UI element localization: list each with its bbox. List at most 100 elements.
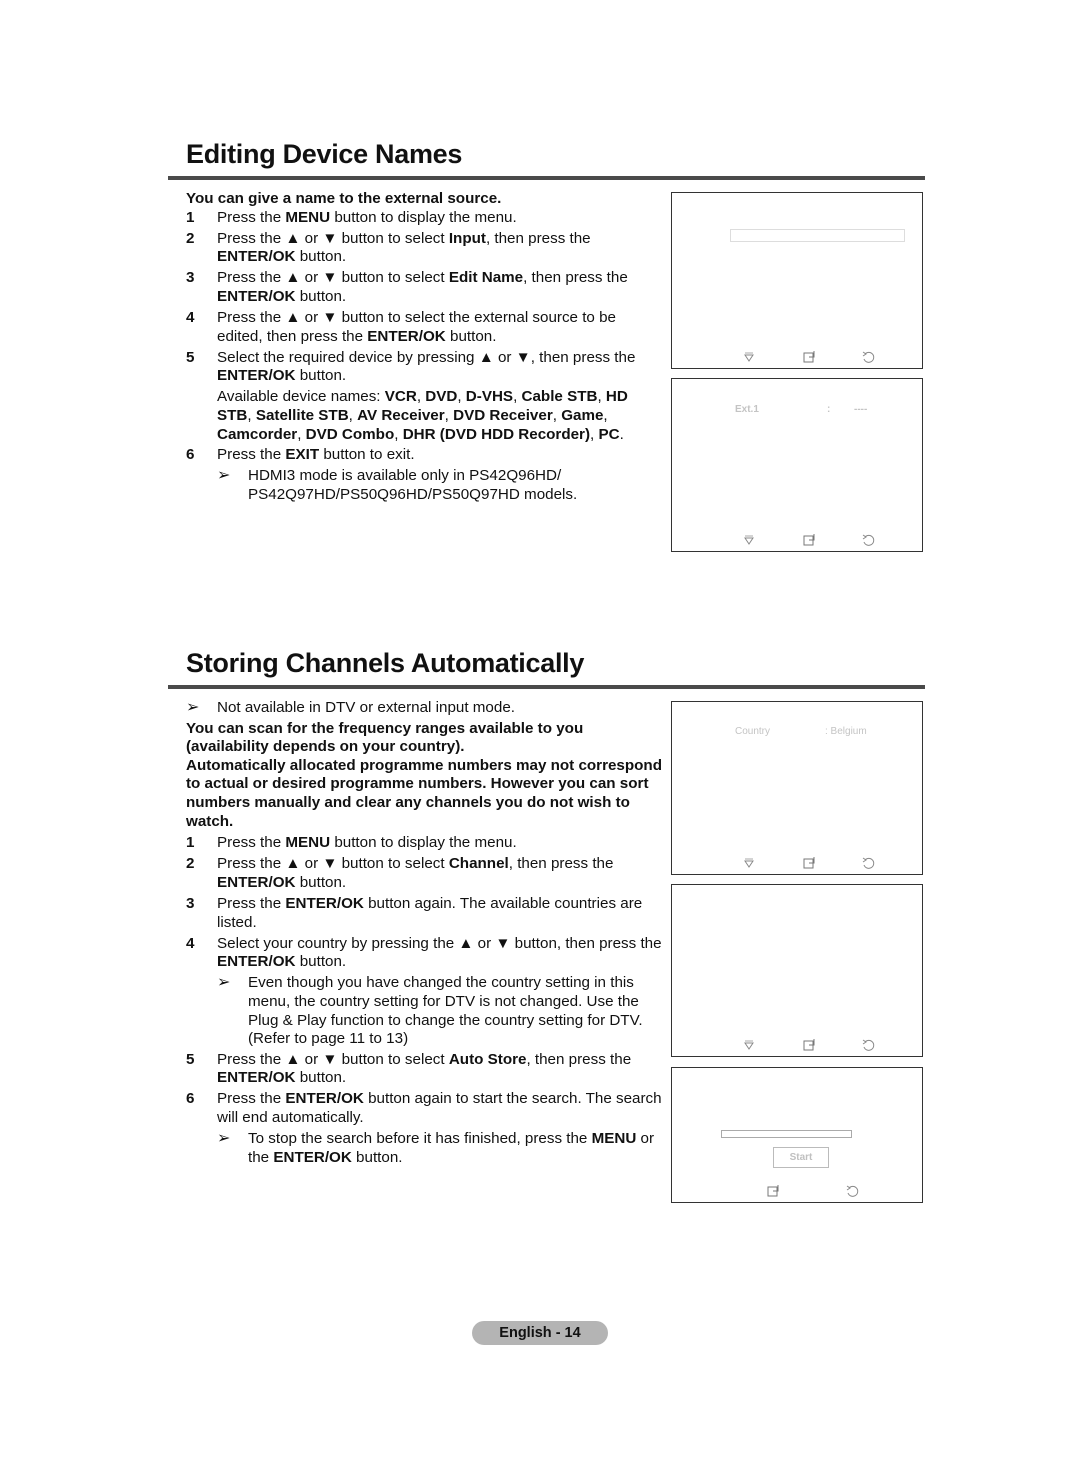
instruction-step: 4 Select your country by pressing the ▲ o…	[186, 935, 664, 972]
separator: .	[619, 425, 624, 443]
step-text: , then press the	[523, 269, 628, 287]
device-name: Game	[561, 407, 604, 425]
step-text: button.	[351, 1148, 403, 1166]
section2-lead1: You can scan for the frequency ranges av…	[186, 719, 584, 756]
return-icon	[861, 350, 875, 364]
return-icon	[861, 856, 875, 870]
emphasis-text: Auto Store	[448, 1050, 527, 1068]
step-text: Press the ▲ or ▼ button to select	[217, 269, 449, 287]
step-text: , then press the	[508, 855, 614, 873]
emphasis-text: MENU	[591, 1130, 637, 1148]
step-text: button.	[295, 873, 347, 891]
step-number: 1	[186, 208, 195, 226]
emphasis-text: Edit Name	[448, 269, 524, 287]
screen-footer	[672, 856, 922, 872]
country-label: Country	[735, 726, 771, 737]
device-names-list: Available device names: VCR, DVD, D-VHS,…	[186, 388, 662, 444]
step-text: , then press the	[485, 229, 591, 247]
separator: ,	[603, 407, 608, 425]
section1-step6: 6 Press the EXIT button to exit.	[186, 446, 662, 465]
section-title-editing-device-names: Editing Device Names	[186, 139, 463, 169]
section1-steps: 1 Press the MENU button to display the me…	[186, 209, 662, 386]
device-name: VCR	[384, 388, 417, 406]
emphasis-text: ENTER/OK	[217, 248, 296, 266]
instruction-step: 1 Press the MENU button to display the me…	[186, 834, 664, 853]
step-text: button to exit.	[319, 446, 415, 464]
separator: ,	[348, 407, 358, 425]
device-name: DVD	[425, 388, 458, 406]
hdmi3-note-text: HDMI3 mode is available only in PS42Q96H…	[248, 467, 578, 503]
emphasis-text: ENTER/OK	[285, 1090, 364, 1108]
step-number: 5	[186, 1050, 195, 1068]
step-text: Press the	[217, 894, 286, 912]
screen-footer	[672, 350, 922, 366]
step-text: button to display the menu.	[330, 834, 517, 852]
emphasis-text: ENTER/OK	[217, 1069, 296, 1087]
note-arrow-icon: ➢	[186, 699, 200, 716]
step-text: button.	[295, 1069, 347, 1087]
source-label: Ext.1	[735, 404, 759, 415]
step-text: Press the	[217, 208, 286, 226]
step-text: button.	[445, 327, 497, 345]
step-text: Press the	[217, 1090, 286, 1108]
screen-footer	[672, 533, 922, 549]
move-down-icon	[742, 350, 756, 364]
note-arrow-icon: ➢	[217, 467, 231, 485]
screen-footer	[672, 1184, 922, 1200]
step-text: button.	[295, 287, 347, 305]
emphasis-text: Channel	[448, 855, 509, 873]
country-note: ➢ Even though you have changed the count…	[186, 974, 664, 1048]
device-name-value: ----	[854, 404, 868, 415]
section2-text: ➢ Not available in DTV or external input…	[186, 698, 664, 1169]
device-name: Camcorder	[217, 425, 298, 443]
instruction-step: 5 Select the required device by pressing …	[186, 349, 662, 386]
move-down-icon	[742, 856, 756, 870]
tv-screen-channel-menu	[671, 884, 923, 1057]
screen-footer	[672, 1038, 922, 1054]
step-text: button to display the menu.	[330, 208, 517, 226]
tv-screen-input-menu	[671, 192, 923, 369]
title-rule	[168, 176, 925, 180]
separator: ,	[394, 425, 403, 443]
separator: ,	[297, 425, 306, 443]
step-number: 5	[186, 348, 195, 366]
step-text: Select the required device by pressing ▲…	[217, 348, 636, 366]
stop-search-note: ➢ To stop the search before it has finis…	[186, 1130, 664, 1167]
section1-text: You can give a name to the external sour…	[186, 190, 662, 507]
instruction-step: 4 Press the ▲ or ▼ button to select the e…	[186, 309, 662, 346]
emphasis-text: MENU	[285, 834, 331, 852]
step-text: button.	[295, 248, 347, 266]
step-number: 4	[186, 309, 195, 327]
tv-screen-country: Country : Belgium	[671, 701, 923, 875]
emphasis-text: ENTER/OK	[217, 367, 296, 385]
emphasis-text: ENTER/OK	[367, 327, 446, 345]
separator: ,	[444, 407, 454, 425]
separator: ,	[597, 388, 606, 406]
step-text: Press the ▲ or ▼ button to select	[217, 229, 449, 247]
note-arrow-icon: ➢	[217, 1130, 231, 1148]
section1-lead: You can give a name to the external sour…	[186, 190, 502, 207]
step-number: 4	[186, 934, 195, 952]
device-name: D-VHS	[465, 388, 514, 406]
tv-screen-edit-name: Ext.1 : ----	[671, 378, 923, 552]
dtv-note: ➢ Not available in DTV or external input…	[186, 699, 664, 718]
instruction-step: 2 Press the ▲ or ▼ button to select Input…	[186, 230, 662, 267]
enter-icon	[802, 350, 816, 364]
enter-icon	[802, 533, 816, 547]
separator: ,	[416, 388, 426, 406]
section2-lead2: Automatically allocated programme number…	[186, 756, 662, 830]
instruction-step: 5 Press the ▲ or ▼ button to select Auto …	[186, 1051, 664, 1088]
instruction-step: 3 Press the ENTER/OK button again. The av…	[186, 895, 664, 932]
move-down-icon	[742, 1038, 756, 1052]
tv-screen-auto-store: Start	[671, 1067, 923, 1203]
step-number: 6	[186, 1090, 195, 1108]
step-number: 3	[186, 269, 195, 287]
step-number: 2	[186, 855, 195, 873]
step-text: button.	[295, 953, 347, 971]
step-text: button.	[295, 367, 347, 385]
start-button[interactable]: Start	[773, 1147, 829, 1168]
device-name: Satellite STB	[255, 407, 349, 425]
step-number: 3	[186, 894, 195, 912]
emphasis-text: ENTER/OK	[217, 873, 296, 891]
section2-steps-b: 5 Press the ▲ or ▼ button to select Auto …	[186, 1051, 664, 1128]
